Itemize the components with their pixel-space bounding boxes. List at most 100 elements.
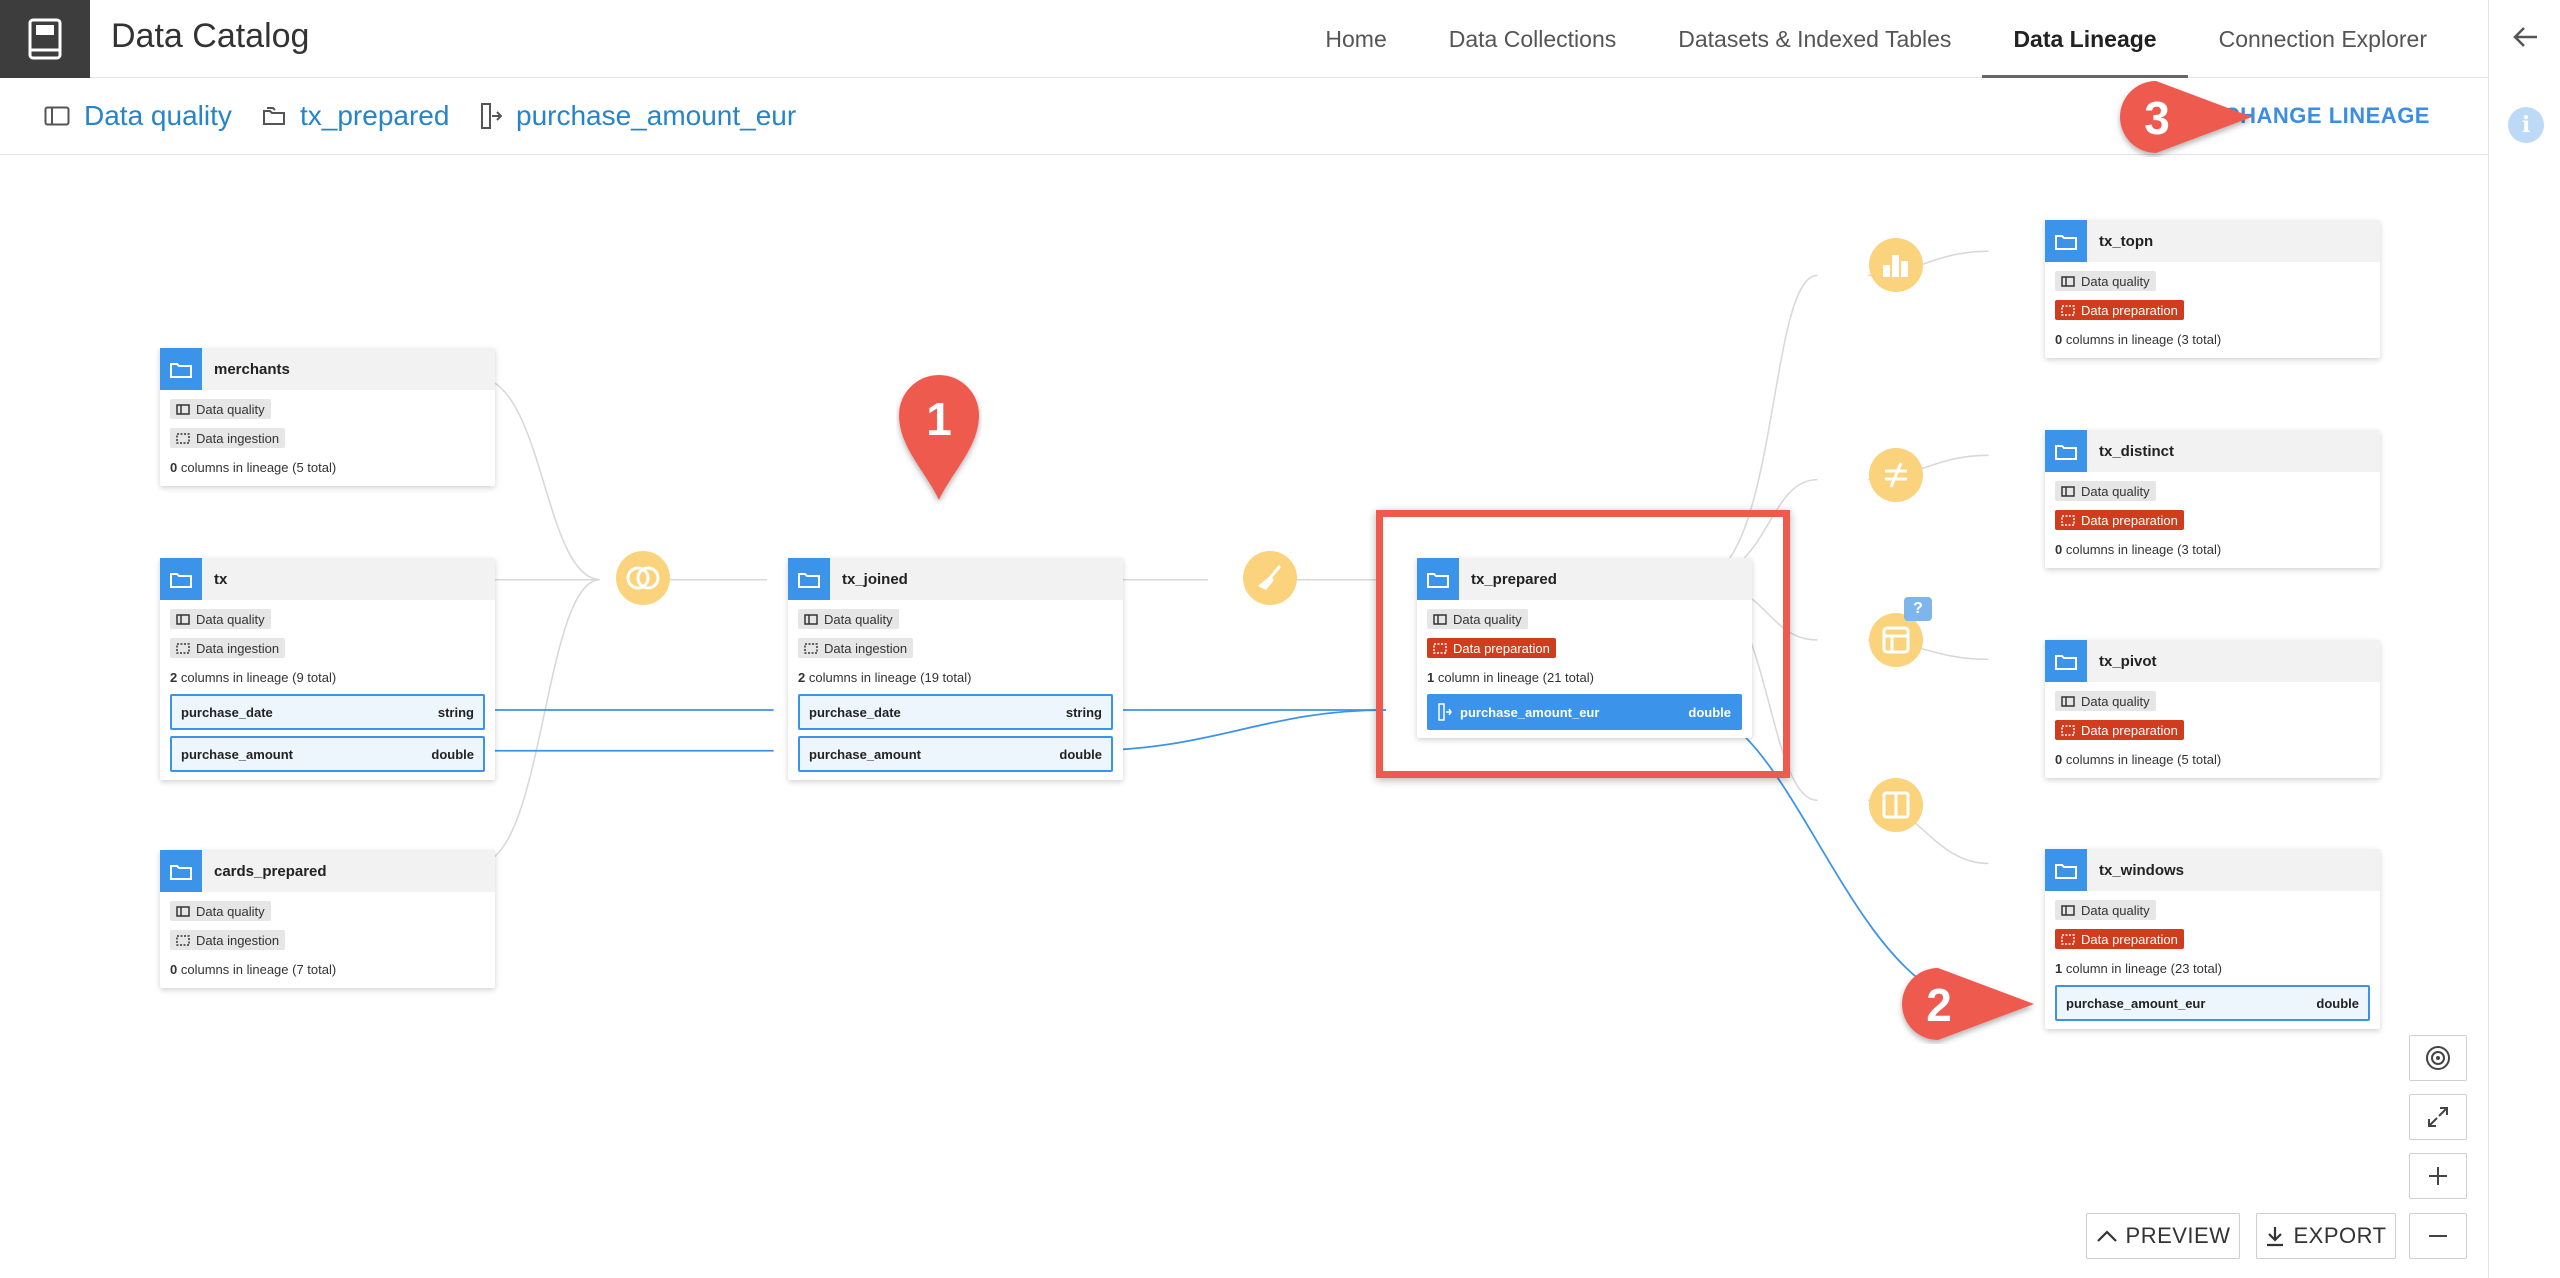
dataset-node-tx-windows[interactable]: tx_windows Data quality Data preparation…: [2045, 849, 2380, 1029]
breadcrumb-dataset[interactable]: tx_prepared: [262, 98, 449, 134]
breadcrumb-column[interactable]: purchase_amount_eur: [480, 98, 796, 134]
window-recipe-icon[interactable]: [1869, 778, 1923, 832]
tab-home[interactable]: Home: [1294, 0, 1417, 78]
dataset-node-tx-pivot[interactable]: tx_pivot Data quality Data preparation 0…: [2045, 640, 2380, 778]
zone-tag[interactable]: Data ingestion: [170, 930, 286, 950]
project-tag[interactable]: Data quality: [170, 901, 271, 921]
zone-tag[interactable]: Data preparation: [2055, 300, 2184, 320]
pivot-recipe-icon[interactable]: [1869, 613, 1923, 667]
dataset-node-merchants[interactable]: merchants Data quality Data ingestion 0 …: [160, 348, 495, 486]
project-tag[interactable]: Data quality: [2055, 691, 2156, 711]
dataset-node-tx-prepared[interactable]: tx_prepared Data quality Data preparatio…: [1417, 558, 1752, 738]
topn-recipe-icon[interactable]: [1869, 238, 1923, 292]
column-icon: [481, 103, 502, 129]
lineage-column-count: 0 columns in lineage (5 total): [2055, 750, 2370, 770]
top-bar: Data Catalog Home Data Collections Datas…: [0, 0, 2488, 78]
recipe-help-badge: ?: [1904, 597, 1932, 621]
tag-label: Data preparation: [2081, 512, 2178, 528]
tag-label: Data preparation: [2081, 722, 2178, 738]
export-button[interactable]: EXPORT: [2256, 1213, 2396, 1259]
dataset-name: tx_distinct: [2099, 442, 2175, 460]
dataset-folder-icon: [788, 558, 830, 600]
breadcrumb-project-label: Data quality: [84, 100, 232, 131]
project-tag[interactable]: Data quality: [170, 609, 271, 629]
project-tag[interactable]: Data quality: [798, 609, 899, 629]
dataset-name: tx_joined: [842, 570, 908, 588]
tag-label: Data preparation: [1453, 640, 1550, 656]
breadcrumb-dataset-label: tx_prepared: [300, 100, 450, 131]
zone-tag[interactable]: Data preparation: [2055, 510, 2184, 530]
preview-button[interactable]: PREVIEW: [2086, 1213, 2240, 1259]
project-tag[interactable]: Data quality: [1427, 609, 1528, 629]
back-arrow-icon[interactable]: [2511, 22, 2541, 52]
project-icon: [44, 106, 70, 126]
column-row[interactable]: purchase_amount_eur double: [2055, 985, 2370, 1021]
app-title: Data Catalog: [111, 17, 310, 55]
dataset-node-tx-joined[interactable]: tx_joined Data quality Data ingestion 2 …: [788, 558, 1123, 780]
tag-label: Data ingestion: [824, 640, 908, 656]
zone-tag[interactable]: Data ingestion: [170, 638, 286, 658]
dataset-folder-icon: [2045, 220, 2087, 262]
column-row[interactable]: purchase_amount double: [798, 736, 1113, 772]
project-tag[interactable]: Data quality: [2055, 271, 2156, 291]
distinct-recipe-icon[interactable]: [1869, 448, 1923, 502]
zone-tag[interactable]: Data ingestion: [798, 638, 914, 658]
dataset-folder-icon: [160, 348, 202, 390]
zone-tag[interactable]: Data preparation: [2055, 929, 2184, 949]
tab-data-collections[interactable]: Data Collections: [1418, 0, 1647, 78]
zoom-in-button[interactable]: [2409, 1153, 2467, 1199]
marker-number: 1: [926, 393, 952, 445]
tab-data-lineage[interactable]: Data Lineage: [1982, 0, 2188, 78]
lineage-column-count: 0 columns in lineage (3 total): [2055, 540, 2370, 560]
column-name: purchase_date: [809, 704, 901, 720]
dataset-node-tx-topn[interactable]: tx_topn Data quality Data preparation 0 …: [2045, 220, 2380, 358]
column-row-selected[interactable]: purchase_amount_eur double: [1427, 694, 1742, 730]
dataset-name: tx_prepared: [1471, 570, 1557, 588]
tag-label: Data quality: [196, 903, 265, 919]
prepare-recipe-broom-icon[interactable]: [1243, 551, 1297, 605]
dataset-node-tx[interactable]: tx Data quality Data ingestion 2 columns…: [160, 558, 495, 780]
target-icon: [2426, 1046, 2450, 1070]
column-name: purchase_amount: [809, 746, 921, 762]
column-row[interactable]: purchase_date string: [170, 694, 485, 730]
zone-tag[interactable]: Data preparation: [1427, 638, 1556, 658]
center-target-button[interactable]: [2409, 1035, 2467, 1081]
zone-tag[interactable]: Data ingestion: [170, 428, 286, 448]
marker-number: 2: [1926, 979, 1952, 1031]
tab-connection-explorer[interactable]: Connection Explorer: [2188, 0, 2458, 78]
project-tag[interactable]: Data quality: [170, 399, 271, 419]
dataset-node-cards-prepared[interactable]: cards_prepared Data quality Data ingesti…: [160, 850, 495, 988]
dataset-folder-icon: [160, 850, 202, 892]
app-root: Data Catalog Home Data Collections Datas…: [0, 0, 2560, 1278]
info-icon[interactable]: i: [2508, 107, 2544, 143]
project-tag[interactable]: Data quality: [2055, 481, 2156, 501]
column-row[interactable]: purchase_amount double: [170, 736, 485, 772]
dataset-node-tx-distinct[interactable]: tx_distinct Data quality Data preparatio…: [2045, 430, 2380, 568]
lineage-column-count: 0 columns in lineage (7 total): [170, 960, 485, 980]
count-text: column in lineage (21 total): [1434, 670, 1594, 685]
count-text: columns in lineage (7 total): [177, 962, 337, 977]
zoom-out-button[interactable]: [2409, 1213, 2467, 1259]
lineage-column-count: 1 column in lineage (21 total): [1427, 668, 1742, 688]
tab-datasets-indexed-tables[interactable]: Datasets & Indexed Tables: [1647, 0, 1982, 78]
count-text: columns in lineage (3 total): [2062, 542, 2222, 557]
tag-label: Data quality: [2081, 273, 2150, 289]
lineage-column-count: 0 columns in lineage (5 total): [170, 458, 485, 478]
column-type: double: [431, 746, 474, 762]
main-nav: Home Data Collections Datasets & Indexed…: [1294, 0, 2458, 78]
fit-to-screen-button[interactable]: [2409, 1094, 2467, 1140]
download-icon: [2267, 1227, 2284, 1247]
dataset-folder-icon: [2045, 849, 2087, 891]
join-recipe-icon[interactable]: [616, 551, 670, 605]
catalog-book-icon[interactable]: [0, 0, 90, 78]
column-row[interactable]: purchase_date string: [798, 694, 1113, 730]
preview-label: PREVIEW: [2125, 1223, 2231, 1248]
breadcrumb-project[interactable]: Data quality: [44, 98, 232, 134]
project-tag[interactable]: Data quality: [2055, 900, 2156, 920]
dataset-folder-icon: [1417, 558, 1459, 600]
lineage-column-count: 2 columns in lineage (9 total): [170, 668, 485, 688]
marker-number: 3: [2144, 92, 2170, 144]
breadcrumb-column-label: purchase_amount_eur: [516, 100, 797, 131]
zone-tag[interactable]: Data preparation: [2055, 720, 2184, 740]
right-rail: i: [2488, 0, 2560, 1278]
